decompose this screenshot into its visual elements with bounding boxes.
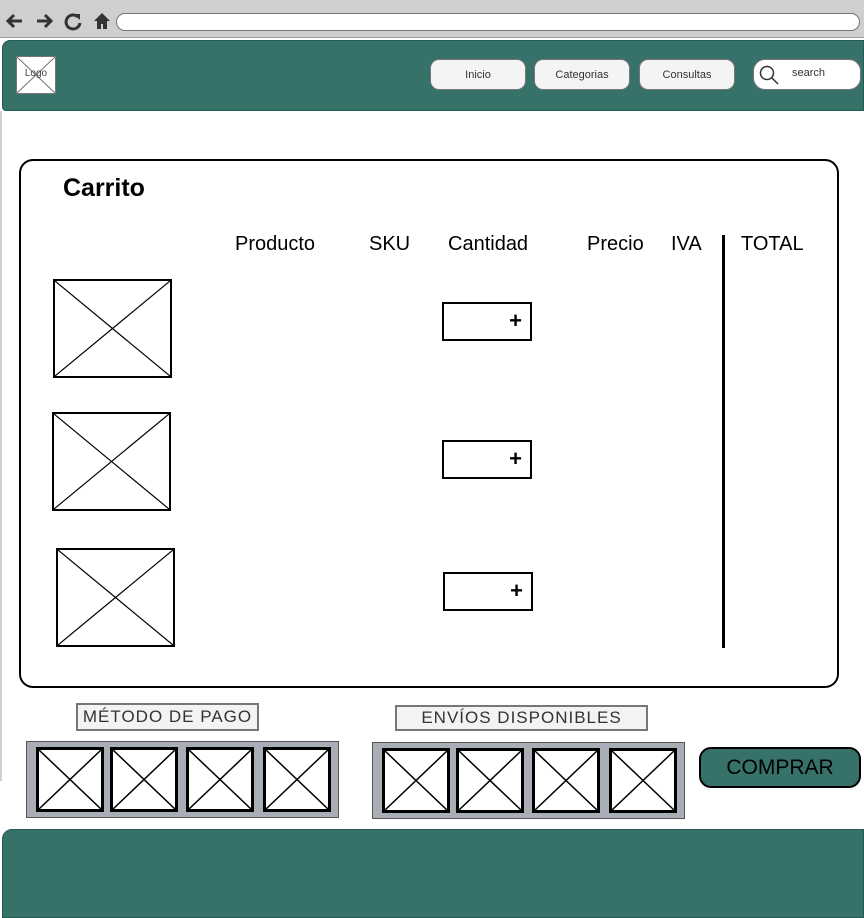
nav-categorias-button[interactable]: Categorias [534, 59, 630, 90]
quantity-plus-icon[interactable]: + [510, 577, 523, 605]
site-footer [2, 829, 864, 918]
shipping-options-label: ENVÍOS DISPONIBLES [395, 705, 648, 731]
payment-method-option[interactable] [110, 747, 178, 812]
shipping-option[interactable] [609, 748, 677, 813]
payment-method-option[interactable] [36, 747, 104, 812]
url-bar[interactable] [116, 13, 860, 31]
column-header-iva: IVA [671, 233, 702, 255]
shipping-option[interactable] [532, 748, 600, 813]
total-column-divider [722, 235, 725, 648]
column-header-precio: Precio [587, 233, 644, 255]
nav-inicio-button[interactable]: Inicio [430, 59, 526, 90]
quantity-stepper[interactable]: + [442, 302, 532, 341]
logo-label: Logo [24, 68, 48, 79]
product-image-placeholder [56, 548, 175, 647]
column-header-producto: Producto [235, 233, 316, 255]
shipping-option[interactable] [456, 748, 524, 813]
page-edge [0, 111, 2, 781]
quantity-plus-icon[interactable]: + [509, 307, 522, 335]
back-arrow-icon[interactable] [4, 10, 26, 32]
column-header-cantidad: Cantidad [448, 233, 529, 255]
payment-method-option[interactable] [186, 747, 254, 812]
quantity-stepper[interactable]: + [442, 440, 532, 479]
payment-method-option[interactable] [263, 747, 331, 812]
search-placeholder: search [792, 67, 826, 79]
reload-icon[interactable] [62, 10, 84, 32]
search-icon [759, 65, 779, 85]
quantity-stepper[interactable]: + [443, 572, 533, 611]
buy-button[interactable]: COMPRAR [699, 747, 861, 788]
column-header-sku: SKU [369, 233, 411, 255]
forward-arrow-icon[interactable] [33, 10, 55, 32]
column-header-total: TOTAL [741, 233, 804, 255]
home-icon[interactable] [91, 10, 113, 32]
product-image-placeholder [52, 412, 171, 511]
payment-method-label: MÉTODO DE PAGO [76, 703, 259, 731]
quantity-plus-icon[interactable]: + [509, 445, 522, 473]
product-image-placeholder [53, 279, 172, 378]
shipping-option[interactable] [382, 748, 450, 813]
nav-consultas-button[interactable]: Consultas [639, 59, 735, 90]
cart-title: Carrito [63, 174, 145, 202]
